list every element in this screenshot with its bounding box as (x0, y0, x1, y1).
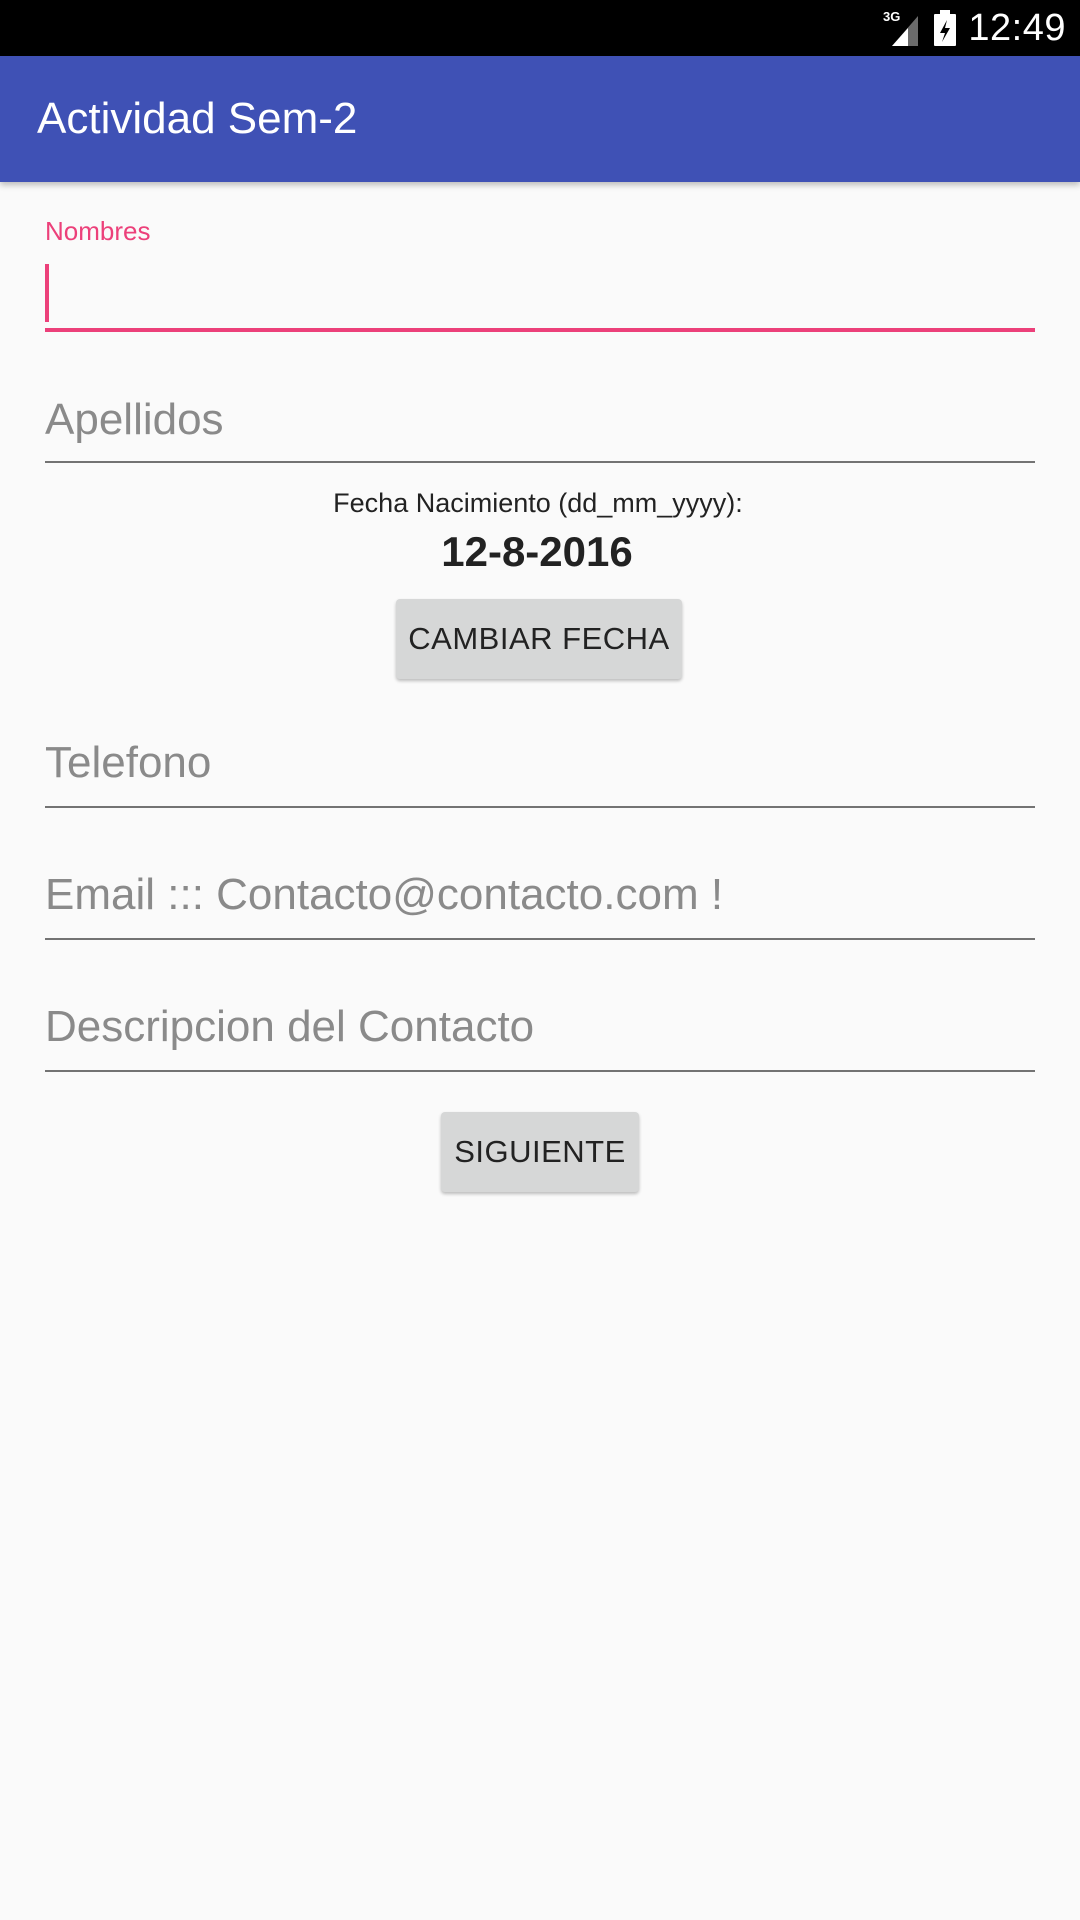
description-underline (45, 1070, 1035, 1072)
apellidos-underline (45, 461, 1035, 463)
email-placeholder: Email ::: Contacto@contacto.com ! (45, 870, 724, 919)
app-bar: Actividad Sem-2 (0, 56, 1080, 182)
telefono-underline (45, 806, 1035, 808)
birthdate-value: 12-8-2016 (441, 528, 633, 575)
birthdate-label: Fecha Nacimiento (dd_mm_yyyy): (333, 488, 743, 518)
telefono-field[interactable]: Telefono (45, 738, 1035, 808)
description-field[interactable]: Descripcion del Contacto (45, 1002, 1035, 1072)
nombres-underline (45, 328, 1035, 332)
nombres-label: Nombres (45, 216, 151, 246)
description-placeholder: Descripcion del Contacto (45, 1002, 535, 1051)
app-title: Actividad Sem-2 (37, 94, 358, 143)
text-caret (45, 264, 49, 322)
change-date-button[interactable]: CAMBIAR FECHA (396, 599, 682, 679)
email-underline (45, 938, 1035, 940)
telefono-placeholder: Telefono (45, 738, 212, 787)
battery-icon (934, 10, 957, 46)
status-time: 12:49 (968, 6, 1066, 49)
apellidos-field[interactable]: Apellidos (45, 395, 1035, 465)
next-button[interactable]: SIGUIENTE (441, 1112, 639, 1192)
network-signal-icon: 3G (883, 9, 919, 46)
email-field[interactable]: Email ::: Contacto@contacto.com ! (45, 870, 1035, 940)
nombres-field[interactable]: Nombres (45, 216, 1035, 336)
apellidos-placeholder: Apellidos (45, 395, 224, 444)
status-bar: 3G 12:49 (0, 0, 1080, 56)
status-icons: 3G 12:49 (882, 0, 1066, 56)
network-type-label: 3G (883, 9, 900, 24)
